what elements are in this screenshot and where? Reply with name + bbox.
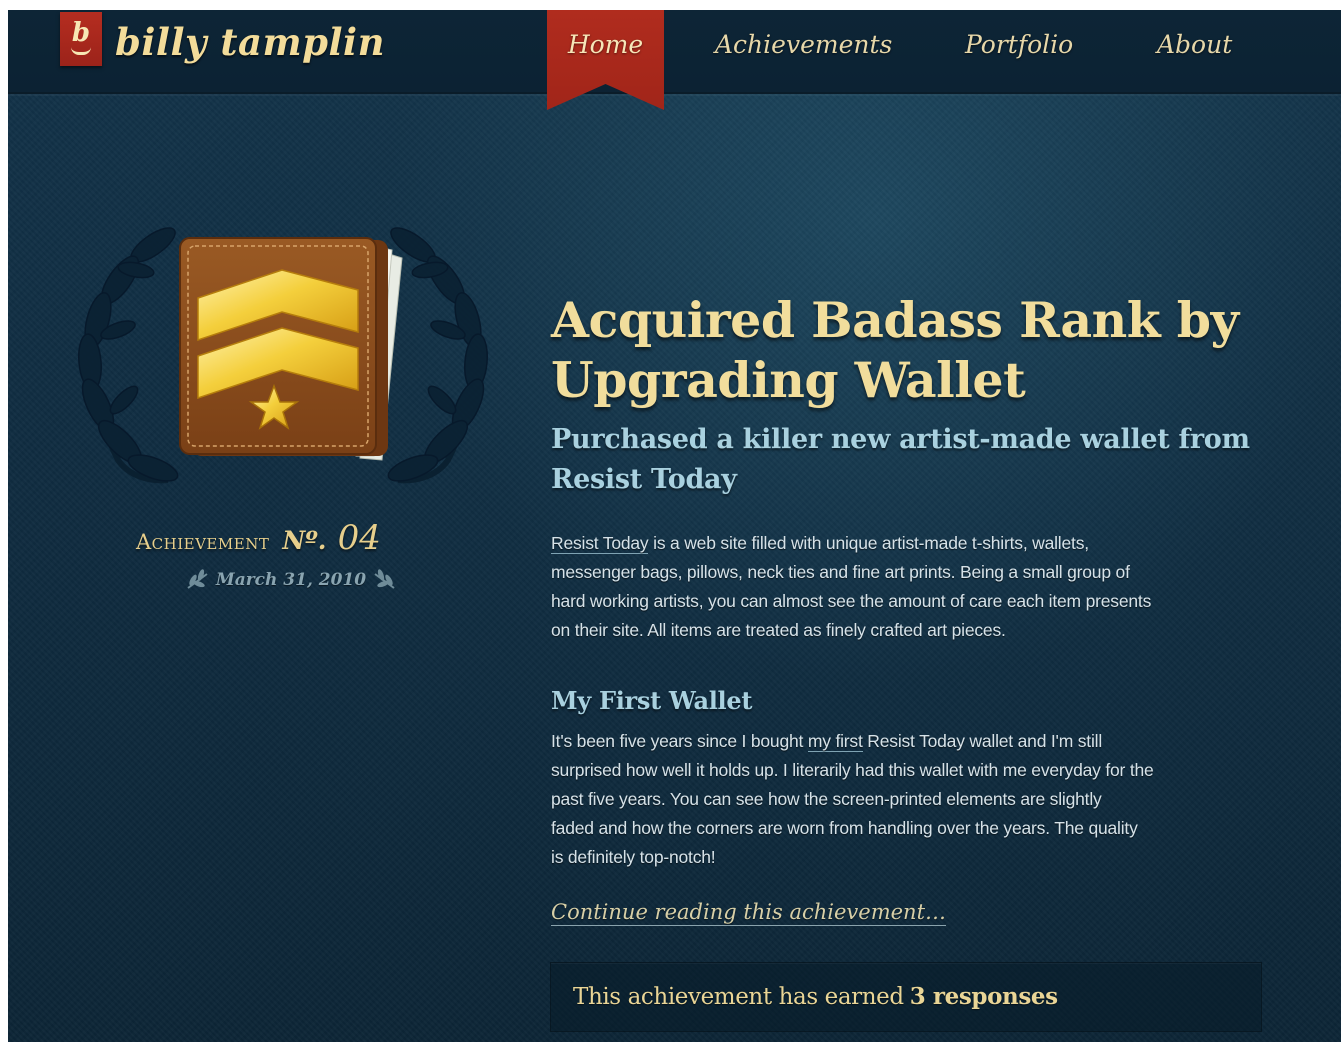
- para2-line-3: past five years. You can see how the scr…: [551, 789, 1102, 809]
- achievement-number-value: 04: [337, 518, 381, 558]
- para2-line-1-after: Resist Today wallet and I'm still: [862, 731, 1103, 751]
- para1-line-4: on their site. All items are treated as …: [551, 620, 1006, 640]
- page: b billy tamplin Home Achievements Portfo…: [8, 10, 1341, 1042]
- responses-summary: This achievement has earned 3 responses: [573, 983, 1058, 1010]
- my-first-link[interactable]: my first: [807, 731, 863, 752]
- para1-line-2: messenger bags, pillows, neck ties and f…: [551, 562, 1130, 582]
- responses-box: This achievement has earned 3 responses: [550, 962, 1262, 1032]
- para2-line-4: faded and how the corners are worn from …: [551, 818, 1138, 838]
- nav-home[interactable]: Home: [547, 10, 664, 110]
- site-name[interactable]: billy tamplin: [115, 20, 385, 64]
- wallet-rank-icon: [179, 237, 403, 461]
- logo-smile-icon: [71, 47, 91, 55]
- logo-letter: b: [71, 18, 91, 48]
- achievement-date-text: March 31, 2010: [215, 570, 367, 590]
- wallet-paragraph: It's been five years since I bought my f…: [551, 727, 1281, 872]
- sprig-icon: [374, 569, 395, 589]
- article-subtitle-line-2: Resist Today: [551, 464, 737, 495]
- sprig-icon: [187, 569, 208, 589]
- resist-today-link[interactable]: Resist Today: [551, 533, 649, 554]
- article-title: Acquired Badass Rank by Upgrading Wallet: [551, 290, 1291, 410]
- achievement-date: March 31, 2010: [176, 568, 406, 598]
- achievement-number-prefix: Nº.: [282, 526, 327, 555]
- nav-portfolio[interactable]: Portfolio: [965, 30, 1073, 70]
- achievement-number: Achievement Nº. 04: [136, 518, 456, 562]
- para1-line-3: hard working artists, you can almost see…: [551, 591, 1152, 611]
- para1-line-1: is a web site filled with unique artist-…: [648, 533, 1089, 553]
- nav-achievements[interactable]: Achievements: [715, 30, 892, 70]
- para2-line-2: surprised how well it holds up. I litera…: [551, 760, 1154, 780]
- site-header: b billy tamplin Home Achievements Portfo…: [8, 10, 1341, 110]
- responses-text: This achievement has earned: [573, 984, 904, 1010]
- article-subtitle-line-1: Purchased a killer new artist-made walle…: [551, 424, 1250, 455]
- para2-line-5: is definitely top-notch!: [551, 847, 716, 867]
- continue-reading-link[interactable]: Continue reading this achievement…: [551, 900, 947, 926]
- article-subtitle: Purchased a killer new artist-made walle…: [551, 420, 1251, 500]
- article-title-line-2: Upgrading Wallet: [551, 351, 1026, 409]
- article-title-line-1: Acquired Badass Rank by: [551, 291, 1239, 349]
- nav-about[interactable]: About: [1157, 30, 1232, 70]
- logo-badge[interactable]: b: [60, 12, 102, 66]
- intro-paragraph: Resist Today is a web site filled with u…: [551, 529, 1281, 645]
- nav-home-label: Home: [567, 30, 644, 59]
- section-heading: My First Wallet: [551, 686, 753, 715]
- para2-line-1-before: It's been five years since I bought: [551, 731, 808, 751]
- achievement-label: Achievement: [136, 530, 270, 554]
- responses-count-link[interactable]: 3 responses: [910, 983, 1058, 1010]
